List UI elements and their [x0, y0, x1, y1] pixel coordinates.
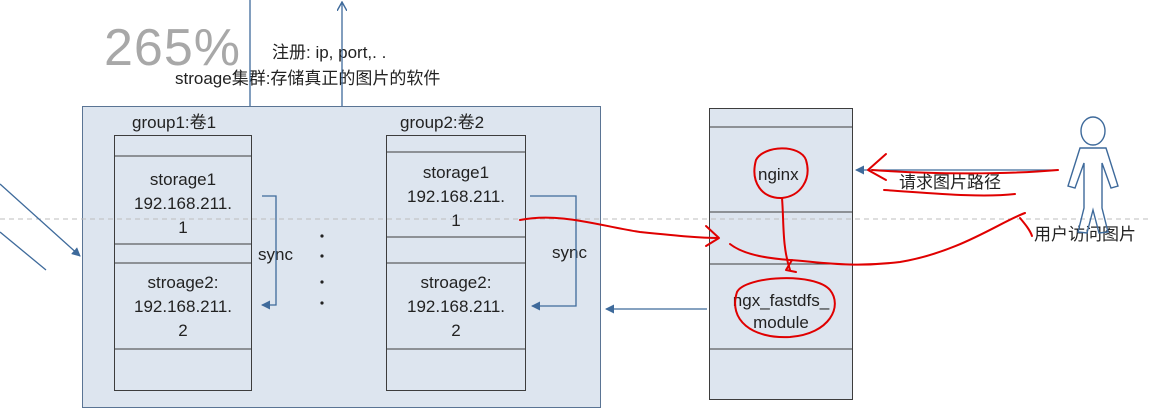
user-icon	[1067, 116, 1119, 234]
user-to-module-curve	[729, 212, 1026, 266]
request-annotation-underline	[883, 189, 1016, 197]
storage-to-nginx-curve	[519, 216, 719, 239]
module-annotation-circle	[734, 277, 836, 339]
incoming-arrow	[0, 183, 81, 257]
user-to-module-tail	[1019, 217, 1033, 237]
storage-to-nginx-head	[705, 225, 720, 247]
red-annotations	[519, 147, 1059, 339]
incoming-line	[0, 231, 47, 271]
diagram-lines	[0, 0, 1151, 350]
group1-cell-dividers	[114, 155, 252, 350]
group1-sync-arrow	[261, 195, 277, 310]
group2-sync-arrow	[530, 195, 577, 311]
nginx-annotation-circle	[753, 147, 809, 200]
group2-cell-dividers	[386, 151, 526, 350]
request-annotation-head	[867, 153, 887, 181]
ellipsis-dots	[320, 234, 324, 305]
